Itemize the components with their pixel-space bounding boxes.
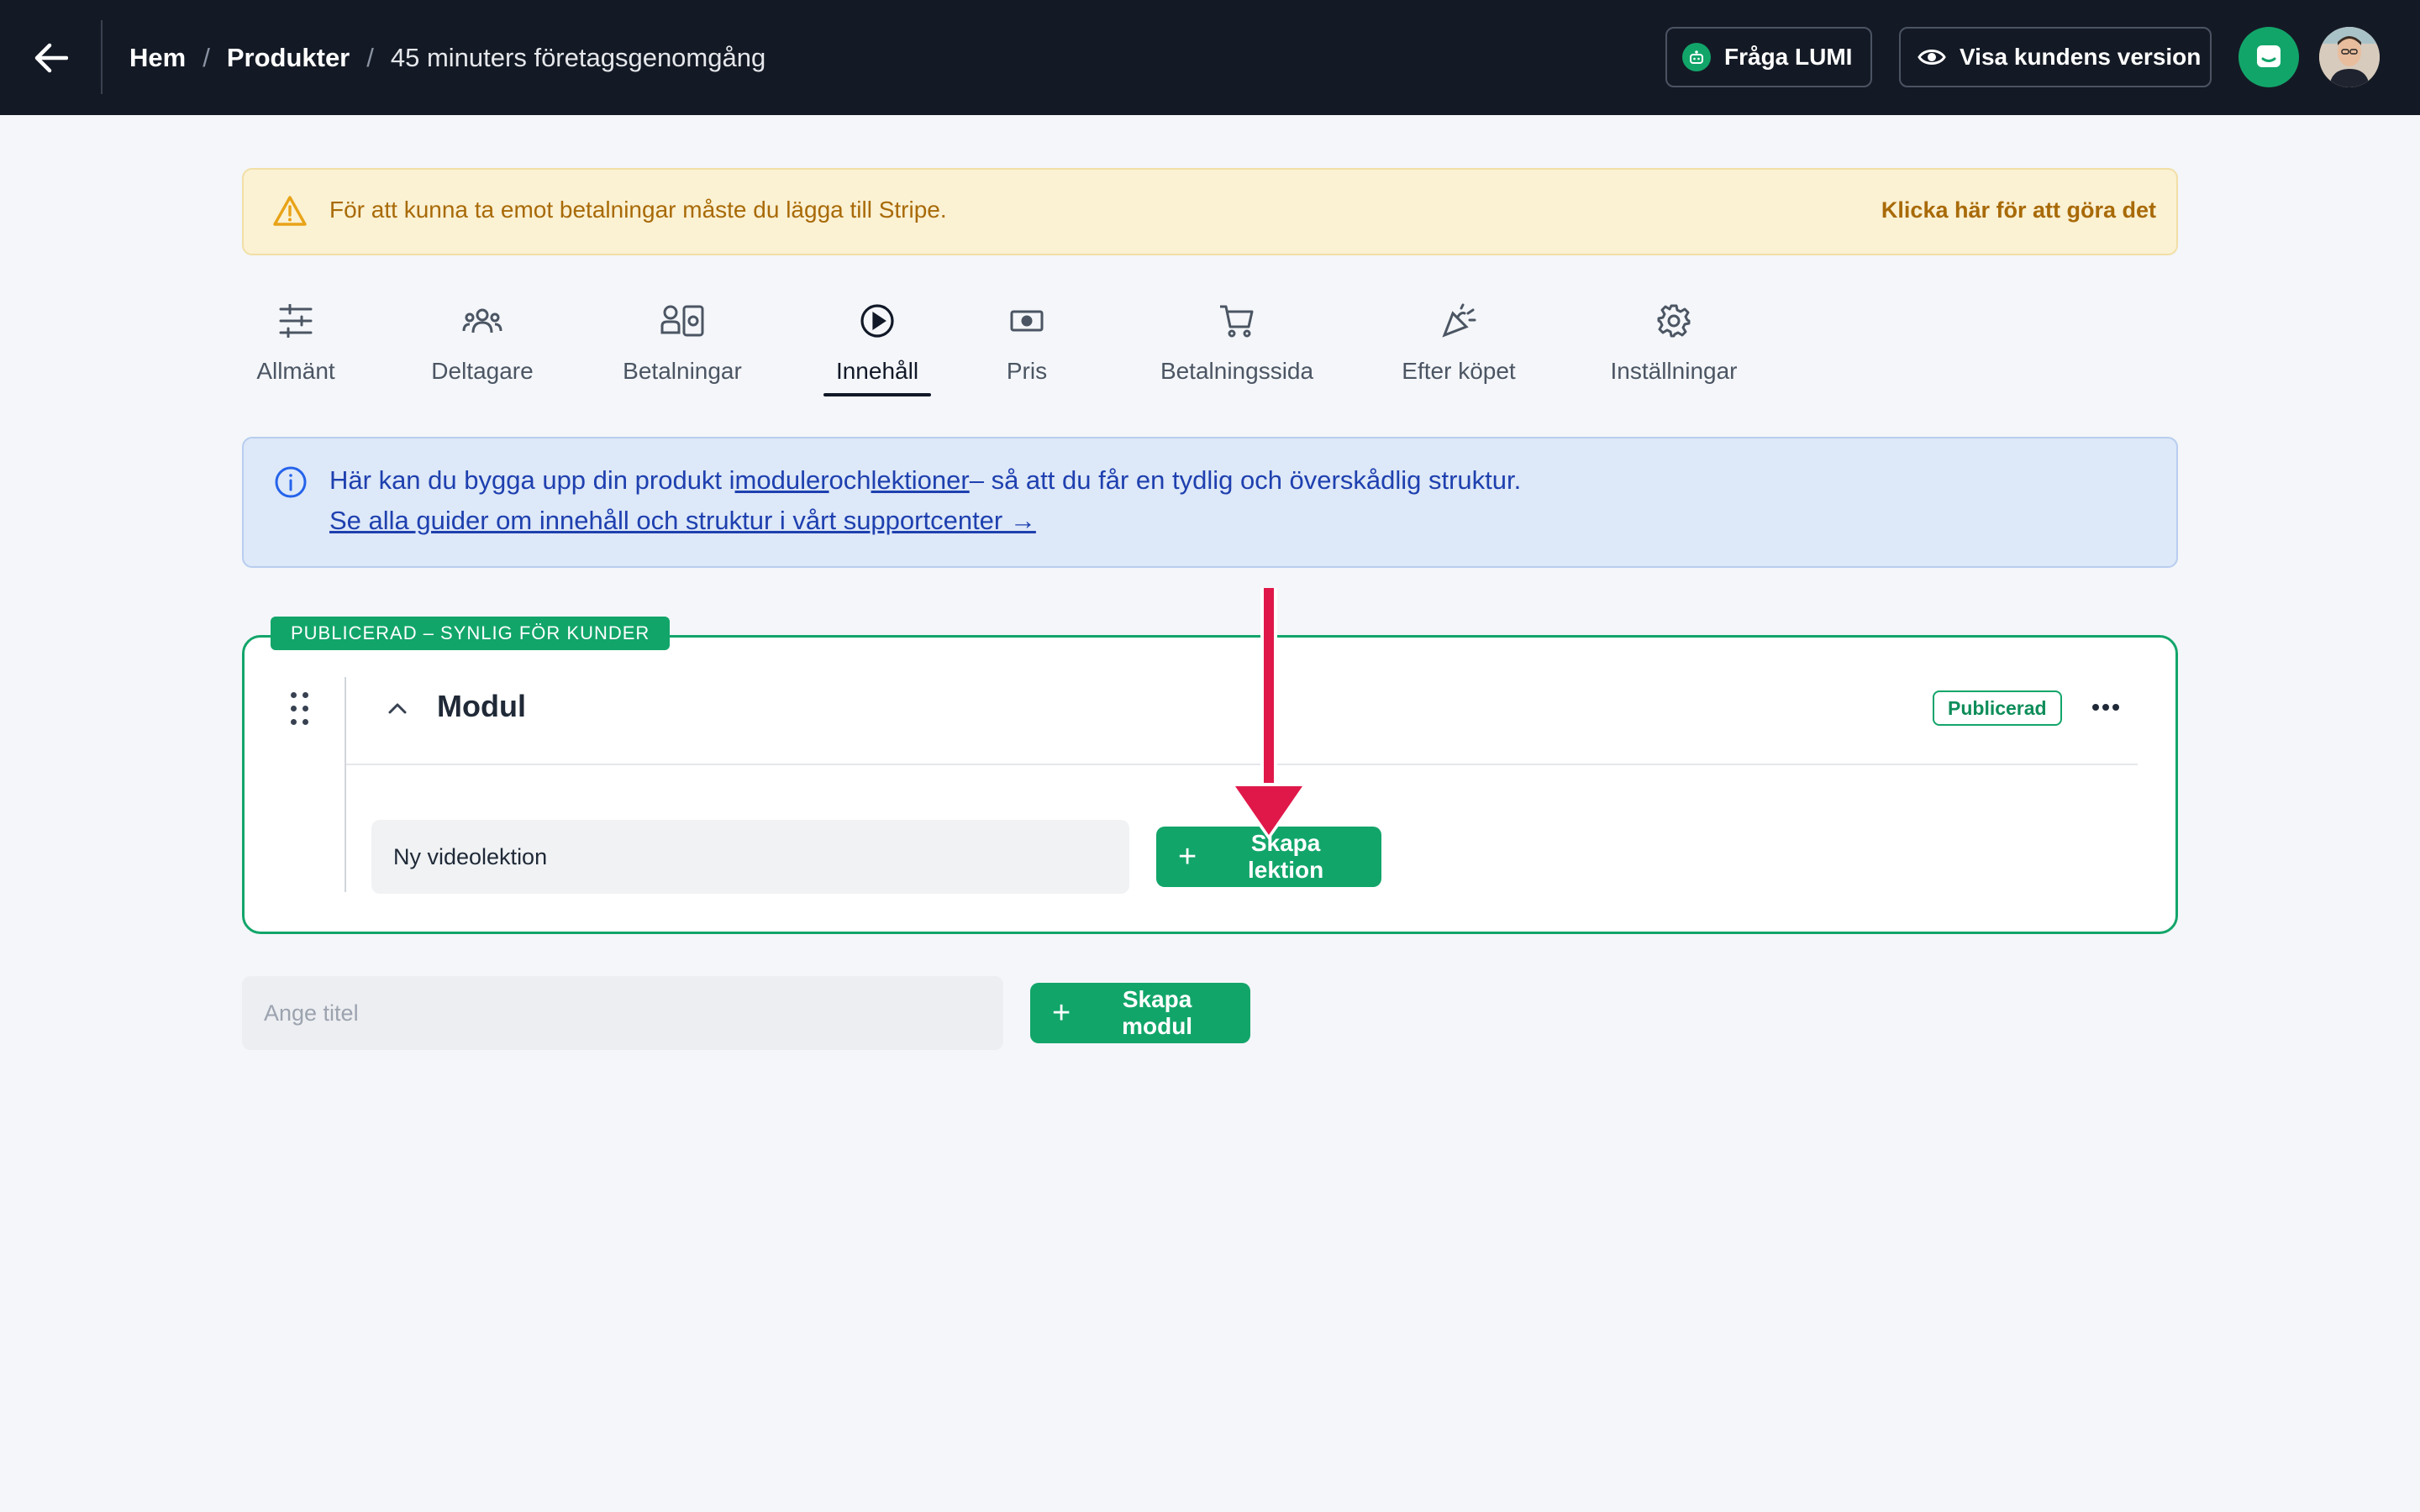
breadcrumb-products[interactable]: Produkter <box>227 43 350 73</box>
tab-deltagare[interactable]: Deltagare <box>429 296 536 396</box>
ask-lumi-button[interactable]: Fråga LUMI <box>1665 27 1872 87</box>
add-stripe-link[interactable]: Klicka här för att göra det <box>1881 197 2156 223</box>
more-options-button[interactable] <box>2089 690 2123 724</box>
gear-icon <box>1657 296 1691 346</box>
module-indent-line <box>345 677 346 892</box>
tab-label: Deltagare <box>431 358 534 384</box>
tab-installningar[interactable]: Inställningar <box>1605 296 1743 396</box>
lumi-icon <box>1682 43 1711 71</box>
drag-handle-icon[interactable] <box>282 689 319 731</box>
breadcrumb-home[interactable]: Hem <box>129 43 186 73</box>
tab-allmant[interactable]: Allmänt <box>242 296 350 396</box>
plus-icon: + <box>1052 995 1071 1031</box>
tab-betalningssida[interactable]: Betalningssida <box>1155 296 1319 396</box>
info-text: Här kan du bygga upp din produkt imodule… <box>329 465 1521 496</box>
customer-view-button[interactable]: Visa kundens version <box>1899 27 2212 87</box>
arrow-left-icon <box>34 43 68 73</box>
lesson-title-input[interactable] <box>371 820 1129 894</box>
tab-label: Inställningar <box>1610 358 1738 384</box>
ask-lumi-label: Fråga LUMI <box>1724 44 1853 70</box>
party-icon <box>1441 296 1476 346</box>
info-text-after: – så att du får en tydlig och överskådli… <box>969 465 1522 495</box>
tab-efter-kopet[interactable]: Efter köpet <box>1398 296 1519 396</box>
warning-message: För att kunna ta emot betalningar måste … <box>329 197 947 223</box>
create-module-label: Skapa modul <box>1122 986 1193 1039</box>
breadcrumb-separator: / <box>366 43 374 72</box>
chat-icon <box>2257 45 2281 67</box>
info-text-before: Här kan du bygga upp din produkt i <box>329 465 735 495</box>
support-guides-link[interactable]: Se alla guider om innehåll och struktur … <box>329 506 1036 536</box>
module-title-input[interactable] <box>242 976 1003 1050</box>
tab-label: Betalningar <box>623 358 742 384</box>
users-icon <box>462 296 502 346</box>
banknote-icon <box>1010 296 1044 346</box>
warning-icon <box>272 195 308 231</box>
chevron-up-icon <box>388 703 407 714</box>
lessons-link[interactable]: lektioner <box>871 465 970 495</box>
header-divider <box>101 20 103 94</box>
annotation-arrow-icon <box>1228 588 1309 840</box>
modules-link[interactable]: moduler <box>735 465 829 495</box>
sliders-icon <box>278 296 313 346</box>
tab-betalningar[interactable]: Betalningar <box>618 296 746 396</box>
chat-button[interactable] <box>2238 27 2299 87</box>
create-module-button[interactable]: + Skapa modul <box>1030 983 1250 1043</box>
tab-label: Innehåll <box>835 358 919 384</box>
tab-pris[interactable]: Pris <box>998 296 1055 396</box>
tab-innehall[interactable]: Innehåll <box>823 296 931 396</box>
info-text-and: och <box>829 465 871 495</box>
active-tab-indicator <box>823 393 931 396</box>
tab-label: Allmänt <box>256 358 335 384</box>
customer-view-label: Visa kundens version <box>1960 44 2202 70</box>
payments-icon <box>660 296 704 346</box>
eye-icon <box>1918 47 1946 67</box>
cart-icon <box>1218 296 1255 346</box>
published-visibility-tag: PUBLICERAD – SYNLIG FÖR KUNDER <box>271 617 671 650</box>
play-circle-icon <box>860 296 895 346</box>
top-bar: Hem / Produkter / 45 minuters företagsge… <box>0 0 2420 115</box>
tab-label: Efter köpet <box>1402 358 1516 384</box>
module-title: Modul <box>437 689 526 723</box>
plus-icon: + <box>1178 839 1197 874</box>
back-button[interactable] <box>30 37 72 79</box>
status-badge[interactable]: Publicerad <box>1933 690 2062 726</box>
tab-label: Betalningssida <box>1160 358 1314 384</box>
breadcrumb-current: 45 minuters företagsgenomgång <box>390 43 766 72</box>
user-photo-icon <box>2319 27 2380 87</box>
breadcrumb-separator: / <box>203 43 210 72</box>
content-info-box: Här kan du bygga upp din produkt imodule… <box>242 437 2178 568</box>
tab-label: Pris <box>1006 358 1048 384</box>
info-icon <box>274 465 308 503</box>
collapse-module-button[interactable] <box>380 690 415 726</box>
avatar[interactable] <box>2319 27 2380 87</box>
more-dots-icon <box>2092 704 2119 711</box>
breadcrumb: Hem / Produkter / 45 minuters företagsge… <box>129 37 765 79</box>
stripe-warning-alert: För att kunna ta emot betalningar måste … <box>242 168 2178 255</box>
